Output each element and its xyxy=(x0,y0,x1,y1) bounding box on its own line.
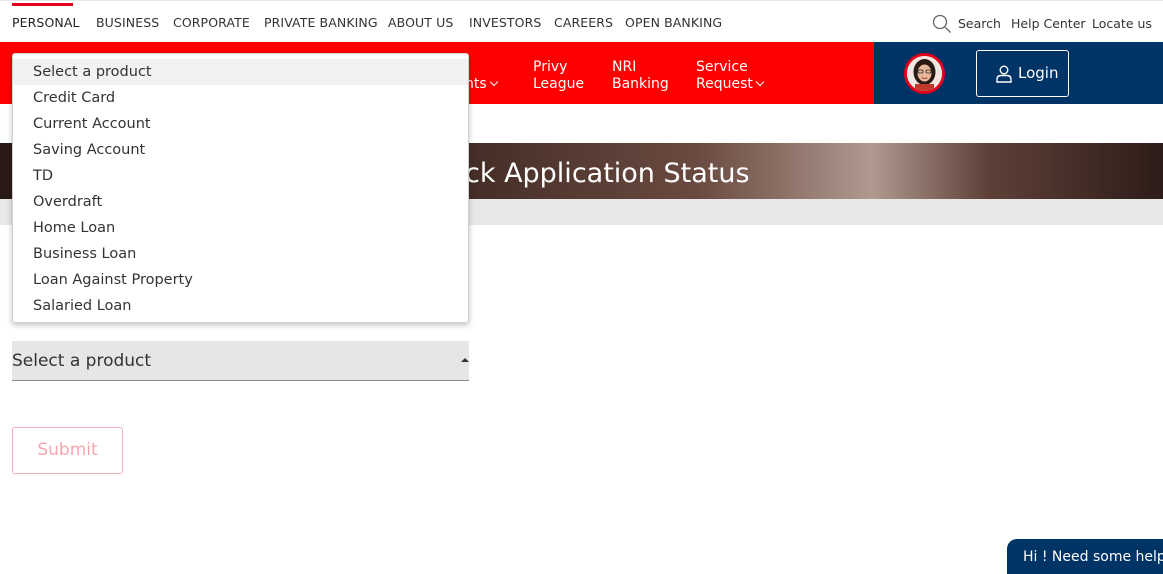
nav-open-banking[interactable]: OPEN BANKING xyxy=(625,15,722,30)
product-option[interactable]: Loan Against Property xyxy=(13,267,468,293)
chat-help-button[interactable]: Hi ! Need some help? xyxy=(1007,539,1163,574)
nav-business[interactable]: BUSINESS xyxy=(96,15,159,30)
product-option[interactable]: Credit Card xyxy=(13,85,468,111)
page-title: ck Application Status xyxy=(465,158,750,189)
product-option[interactable]: TD xyxy=(13,163,468,189)
product-option[interactable]: Current Account xyxy=(13,111,468,137)
help-center-link[interactable]: Help Center xyxy=(1011,16,1086,31)
product-dropdown: Select a product Credit Card Current Acc… xyxy=(12,53,469,323)
nav-service-request[interactable]: Service Request xyxy=(696,59,765,93)
caret-up-icon xyxy=(461,358,469,362)
product-option[interactable]: Salaried Loan xyxy=(13,293,468,319)
product-option[interactable]: Business Loan xyxy=(13,241,468,267)
nav-nri-line2: Banking xyxy=(612,76,669,92)
nav-nri-line1: NRI xyxy=(612,59,637,75)
search-link[interactable]: Search xyxy=(958,16,1001,31)
nav-investors[interactable]: INVESTORS xyxy=(469,15,541,30)
chevron-down-icon xyxy=(489,77,498,87)
product-option[interactable]: Home Loan xyxy=(13,215,468,241)
active-tab-indicator xyxy=(12,3,73,6)
submit-button[interactable]: Submit xyxy=(12,427,123,474)
nav-nri-banking[interactable]: NRI Banking xyxy=(612,59,669,93)
nav-private-banking[interactable]: PRIVATE BANKING xyxy=(264,15,378,30)
nav-privy-league[interactable]: Privy League xyxy=(533,59,584,93)
locate-us-link[interactable]: Locate us xyxy=(1092,16,1152,31)
chevron-down-icon xyxy=(755,77,765,87)
assistant-avatar[interactable] xyxy=(904,53,945,94)
nav-personal[interactable]: PERSONAL xyxy=(12,15,80,30)
login-label: Login xyxy=(1018,64,1059,82)
product-select[interactable]: Select a product xyxy=(12,341,469,381)
top-navigation: PERSONAL BUSINESS CORPORATE PRIVATE BANK… xyxy=(0,0,1163,42)
product-select-value: Select a product xyxy=(12,351,152,371)
nav-about-us[interactable]: ABOUT US xyxy=(388,15,453,30)
product-option[interactable]: Select a product xyxy=(13,59,468,85)
product-option[interactable]: Saving Account xyxy=(13,137,468,163)
nav-privy-line1: Privy xyxy=(533,59,568,75)
user-icon xyxy=(996,65,1012,83)
nav-corporate[interactable]: CORPORATE xyxy=(173,15,250,30)
product-option[interactable]: Overdraft xyxy=(13,189,468,215)
search-icon[interactable] xyxy=(932,14,952,34)
avatar-face-icon xyxy=(907,56,942,91)
nav-careers[interactable]: CAREERS xyxy=(554,15,613,30)
nav-menu-partial[interactable]: nts xyxy=(465,76,498,93)
nav-service-line1: Service xyxy=(696,59,748,75)
nav-privy-line2: League xyxy=(533,76,585,92)
nav-service-line2: Request xyxy=(696,76,753,92)
login-button[interactable]: Login xyxy=(976,50,1069,97)
